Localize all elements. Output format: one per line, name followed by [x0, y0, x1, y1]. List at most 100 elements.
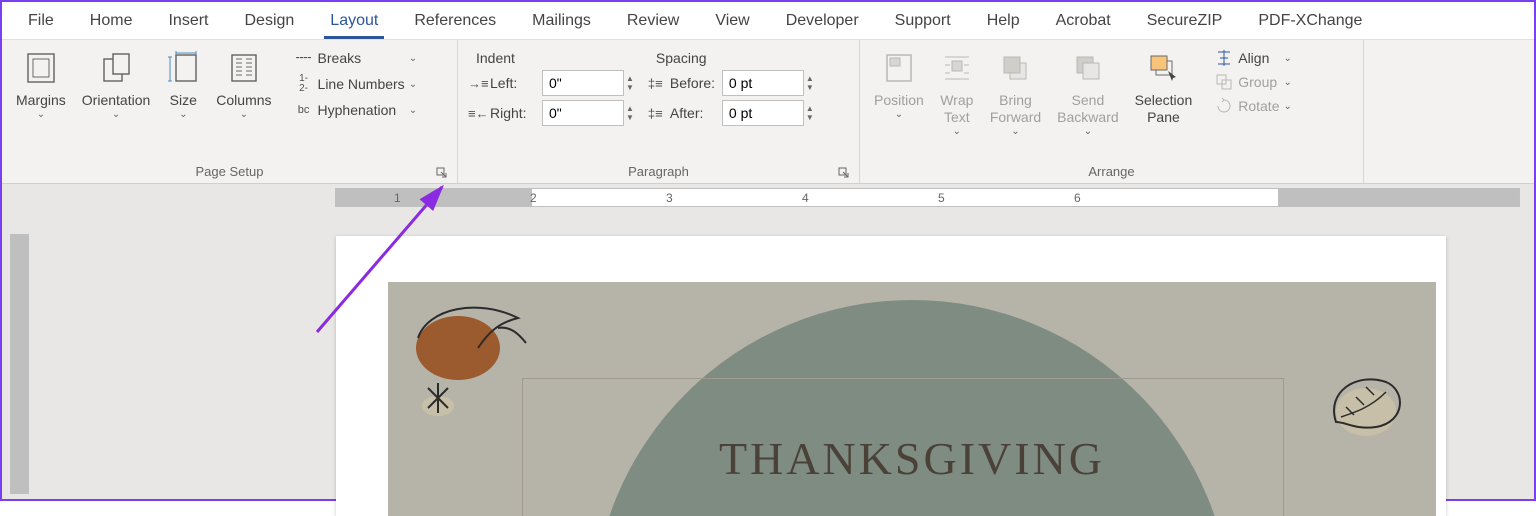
tab-layout[interactable]: Layout: [312, 4, 396, 38]
indent-left-spinner[interactable]: ▲▼: [626, 74, 634, 92]
indent-right-input[interactable]: [542, 100, 624, 126]
document-title-text: THANKSGIVING: [388, 432, 1436, 485]
chevron-down-icon: ⌄: [895, 109, 903, 120]
spacing-before-icon: ‡≡: [648, 76, 670, 91]
line-numbers-button[interactable]: 1-2- Line Numbers ⌄: [288, 70, 424, 98]
ruler-number: 2: [530, 191, 537, 205]
indent-right-row: ≡← Right: ▲▼: [468, 100, 634, 126]
tab-view[interactable]: View: [697, 4, 767, 38]
columns-button[interactable]: Columns ⌄: [208, 44, 279, 120]
vertical-ruler-area: [2, 210, 34, 499]
indent-left-input[interactable]: [542, 70, 624, 96]
document-canvas: THANKSGIVING: [34, 210, 1534, 499]
document-page[interactable]: THANKSGIVING: [336, 236, 1446, 516]
chevron-down-icon: ⌄: [1011, 126, 1019, 137]
tab-support[interactable]: Support: [877, 4, 969, 38]
wrap-text-icon: [940, 48, 974, 88]
arrange-group-label: Arrange: [1088, 164, 1134, 179]
tab-insert[interactable]: Insert: [150, 4, 226, 38]
group-paragraph: Indent →≡ Left: ▲▼ ≡← Right: ▲▼ Spacing …: [458, 40, 860, 183]
spacing-heading: Spacing: [648, 46, 814, 68]
tab-acrobat[interactable]: Acrobat: [1038, 4, 1129, 38]
indent-left-row: →≡ Left: ▲▼: [468, 70, 634, 96]
ruler-area: 1 2 3 4 5 6: [2, 184, 1534, 210]
page-background: THANKSGIVING: [388, 282, 1436, 516]
indent-left-icon: →≡: [468, 76, 490, 91]
tab-pdfxchange[interactable]: PDF-XChange: [1240, 4, 1380, 38]
size-button[interactable]: Size ⌄: [158, 44, 208, 120]
columns-label: Columns: [216, 92, 271, 109]
ruler-number: 1: [394, 191, 401, 205]
spacing-after-spinner[interactable]: ▲▼: [806, 104, 814, 122]
position-button[interactable]: Position ⌄: [866, 44, 932, 120]
horizontal-ruler[interactable]: 1 2 3 4 5 6: [335, 188, 1520, 207]
chevron-down-icon: ⌄: [112, 109, 120, 120]
group-button[interactable]: Group ⌄: [1208, 70, 1298, 94]
bring-forward-icon: [998, 48, 1032, 88]
vertical-ruler[interactable]: [10, 234, 29, 494]
ruler-number: 3: [666, 191, 673, 205]
size-icon: [166, 48, 200, 88]
chevron-down-icon: ⌄: [1283, 101, 1291, 112]
spacing-before-label: Before:: [670, 75, 722, 91]
selection-pane-label: Selection Pane: [1135, 92, 1193, 126]
chevron-down-icon: ⌄: [409, 53, 417, 64]
breaks-button[interactable]: ╌╌ Breaks ⌄: [288, 46, 424, 70]
align-button[interactable]: Align ⌄: [1208, 46, 1298, 70]
tab-file[interactable]: File: [10, 4, 72, 38]
spacing-after-row: ‡≡ After: ▲▼: [648, 100, 814, 126]
tab-developer[interactable]: Developer: [768, 4, 877, 38]
tab-home[interactable]: Home: [72, 4, 151, 38]
send-backward-label: Send Backward: [1057, 92, 1118, 126]
tab-help[interactable]: Help: [969, 4, 1038, 38]
selection-pane-button[interactable]: Selection Pane: [1127, 44, 1201, 126]
ruler-number: 6: [1074, 191, 1081, 205]
tab-securezip[interactable]: SecureZIP: [1129, 4, 1241, 38]
line-numbers-icon: 1-2-: [294, 74, 314, 94]
wrap-text-label: Wrap Text: [940, 92, 973, 126]
hyphenation-button[interactable]: bc Hyphenation ⌄: [288, 98, 424, 122]
tab-references[interactable]: References: [396, 4, 514, 38]
chevron-down-icon: ⌄: [409, 79, 417, 90]
ruler-number: 5: [938, 191, 945, 205]
position-label: Position: [874, 92, 924, 109]
breaks-icon: ╌╌: [294, 50, 314, 66]
tab-mailings[interactable]: Mailings: [514, 4, 609, 38]
chevron-down-icon: ⌄: [953, 126, 961, 137]
indent-right-icon: ≡←: [468, 106, 490, 121]
tab-design[interactable]: Design: [226, 4, 312, 38]
page-setup-launcher[interactable]: [435, 167, 449, 181]
orientation-button[interactable]: Orientation ⌄: [74, 44, 158, 120]
indent-right-spinner[interactable]: ▲▼: [626, 104, 634, 122]
indent-right-label: Right:: [490, 105, 542, 121]
chevron-down-icon: ⌄: [1283, 77, 1291, 88]
chevron-down-icon: ⌄: [179, 109, 187, 120]
spacing-before-input[interactable]: [722, 70, 804, 96]
group-page-setup: Margins ⌄ Orientation ⌄ Size ⌄: [2, 40, 458, 183]
bird-illustration: [398, 288, 548, 418]
bring-forward-label: Bring Forward: [990, 92, 1041, 126]
page-setup-group-label: Page Setup: [196, 164, 264, 179]
rotate-button[interactable]: Rotate ⌄: [1208, 94, 1298, 118]
spacing-before-spinner[interactable]: ▲▼: [806, 74, 814, 92]
align-icon: [1214, 50, 1234, 66]
margins-button[interactable]: Margins ⌄: [8, 44, 74, 120]
group-arrange: Position ⌄ Wrap Text ⌄ Bring Forward ⌄: [860, 40, 1364, 183]
ruler-number: 4: [802, 191, 809, 205]
paragraph-launcher[interactable]: [837, 167, 851, 181]
wrap-text-button[interactable]: Wrap Text ⌄: [932, 44, 982, 137]
bring-forward-button[interactable]: Bring Forward ⌄: [982, 44, 1049, 137]
chevron-down-icon: ⌄: [1283, 53, 1291, 64]
columns-icon: [227, 48, 261, 88]
send-backward-button[interactable]: Send Backward ⌄: [1049, 44, 1126, 137]
chevron-down-icon: ⌄: [37, 109, 45, 120]
chevron-down-icon: ⌄: [240, 109, 248, 120]
orientation-icon: [99, 48, 133, 88]
selection-pane-icon: [1146, 48, 1180, 88]
spacing-after-input[interactable]: [722, 100, 804, 126]
ribbon-body: Margins ⌄ Orientation ⌄ Size ⌄: [2, 40, 1534, 184]
position-icon: [882, 48, 916, 88]
chevron-down-icon: ⌄: [1084, 126, 1092, 137]
tab-review[interactable]: Review: [609, 4, 697, 38]
size-label: Size: [170, 92, 197, 109]
